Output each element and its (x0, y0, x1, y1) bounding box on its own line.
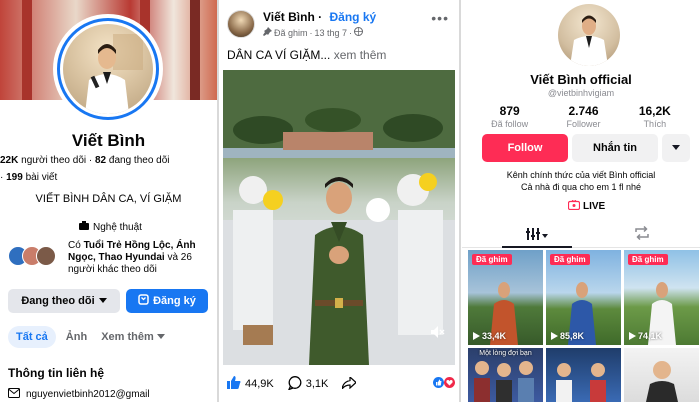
following-stat[interactable]: 879 Đã follow (491, 104, 528, 129)
posts-label: bài viết (25, 172, 58, 183)
video-thumbnail[interactable] (624, 348, 699, 402)
facebook-profile-panel: Viết Bình 22K người theo dõi · 82 đang t… (0, 0, 217, 402)
chevron-down-icon (156, 331, 165, 343)
profile-bio: VIẾT BÌNH DÂN CA, VÍ GIẶM (35, 193, 182, 205)
author-name[interactable]: Viết Bình (263, 10, 315, 24)
category-label: Nghệ thuật (93, 222, 142, 233)
caret-down-icon (542, 230, 548, 241)
repost-icon (634, 225, 650, 245)
comment-icon (287, 375, 302, 393)
tab-photos[interactable]: Ảnh (62, 326, 91, 348)
mute-icon[interactable] (431, 325, 445, 343)
contact-email[interactable]: nguyenvietbinh2012@gmail (8, 388, 150, 401)
comment-button[interactable]: 3,1K (287, 375, 329, 393)
post-date[interactable]: 13 thg 7 (315, 28, 348, 38)
more-options-icon[interactable]: ••• (431, 10, 449, 26)
chevron-down-icon (98, 295, 107, 307)
profile-name: Viết Bình (71, 131, 146, 150)
mutual-avatar (36, 246, 56, 266)
author-avatar[interactable] (227, 10, 255, 38)
post-header: Viết Bình · Đăng ký Đã ghim · 13 thg 7 ·… (227, 8, 453, 40)
facebook-post-panel: Viết Bình · Đăng ký Đã ghim · 13 thg 7 ·… (219, 0, 459, 402)
tiktok-stats: 879 Đã follow 2.746 Follower 16,2K Thích (462, 104, 700, 129)
love-reaction-icon (444, 377, 455, 391)
post-author: Viết Bình · Đăng ký (263, 10, 377, 24)
tiktok-profile-panel: Viết Bình official @vietbinhvigiam 879 Đ… (462, 0, 700, 402)
live-link[interactable]: LIVE (567, 199, 605, 213)
register-link[interactable]: Đăng ký (329, 10, 376, 24)
see-more-link[interactable]: xem thêm (334, 48, 387, 62)
thumbs-up-icon (227, 376, 241, 392)
like-button[interactable]: 44,9K (227, 376, 274, 392)
profile-tabs: Tất cả Ảnh Xem thêm (8, 326, 169, 348)
comment-count: 3,1K (305, 378, 329, 390)
caret-down-icon (672, 143, 680, 153)
pin-icon (263, 27, 272, 38)
video-thumbnail[interactable]: Đã ghim 85,8K (546, 250, 621, 345)
following-count: 82 (95, 155, 107, 166)
follow-button[interactable]: Follow (482, 134, 568, 162)
video-thumbnail[interactable]: Đã ghim 33,4K (468, 250, 543, 345)
like-reaction-icon (433, 377, 444, 391)
pinned-badge: Đã ghim (628, 254, 668, 265)
suggested-accounts-button[interactable] (662, 134, 690, 162)
view-count: 74,1K (628, 331, 662, 341)
tiktok-bio: Kênh chính thức của viết Bình official C… (506, 170, 656, 192)
video-thumbnail[interactable] (546, 348, 621, 402)
profile-avatar[interactable] (53, 14, 163, 124)
mutual-followers[interactable]: Có Tuổi Trẻ Hồng Lộc, Ánh Ngọc, Thao Hyu… (8, 240, 213, 276)
following-button[interactable]: Đang theo dõi (8, 289, 120, 313)
followers-label: người theo dõi (21, 155, 87, 166)
reaction-bar: 44,9K 3,1K (227, 374, 455, 394)
pinned-badge: Đã ghim (550, 254, 590, 265)
subscribe-icon (138, 294, 149, 308)
live-icon (567, 199, 581, 213)
message-button[interactable]: Nhắn tin (572, 134, 658, 162)
video-thumbnail[interactable]: Một lòng đợi bạn (468, 348, 543, 402)
tiktok-tabs (462, 222, 700, 248)
tab-see-more[interactable]: Xem thêm (97, 326, 169, 348)
posts-stat: · 199 bài viết (0, 172, 58, 183)
view-count: 33,4K (472, 331, 506, 341)
register-button[interactable]: Đăng ký (126, 289, 208, 313)
video-grid: Đã ghim 33,4K Đã ghim 85,8K Đã ghim 74,1… (468, 250, 700, 402)
video-grid-icon (526, 228, 540, 243)
video-thumbnail[interactable]: Đã ghim 74,1K (624, 250, 699, 345)
share-button[interactable] (341, 375, 358, 392)
post-video[interactable] (223, 70, 455, 365)
tiktok-avatar[interactable] (558, 4, 620, 66)
tab-videos[interactable] (502, 225, 572, 248)
post-meta: Đã ghim · 13 thg 7 · (263, 27, 364, 38)
follower-stat[interactable]: 2.746 Follower (566, 104, 600, 129)
globe-icon (354, 27, 364, 38)
view-count: 85,8K (550, 331, 584, 341)
reaction-summary[interactable] (433, 377, 455, 391)
tiktok-display-name: Viết Bình official (530, 72, 632, 87)
following-label: đang theo dõi (108, 155, 170, 166)
tab-all[interactable]: Tất cả (8, 326, 56, 348)
share-icon (341, 375, 358, 392)
likes-stat[interactable]: 16,2K Thích (639, 104, 671, 129)
contact-heading: Thông tin liên hệ (8, 366, 104, 380)
tab-reposts[interactable] (630, 225, 654, 245)
mail-icon (8, 388, 20, 401)
pinned-badge: Đã ghim (472, 254, 512, 265)
mutual-avatars (8, 240, 64, 276)
profile-category: Nghệ thuật (78, 220, 142, 235)
video-frame (223, 70, 455, 365)
followers-count: 22K (0, 155, 19, 166)
posts-count: 199 (6, 172, 23, 183)
category-icon (78, 220, 90, 235)
video-caption: Một lòng đợi bạn (479, 350, 532, 357)
post-caption[interactable]: DÂN CA VÍ GIẶM... xem thêm (227, 48, 386, 62)
tiktok-handle: @vietbinhvigiam (547, 88, 615, 98)
follower-stats[interactable]: 22K người theo dõi · 82 đang theo dõi (0, 155, 170, 166)
like-count: 44,9K (245, 378, 274, 390)
